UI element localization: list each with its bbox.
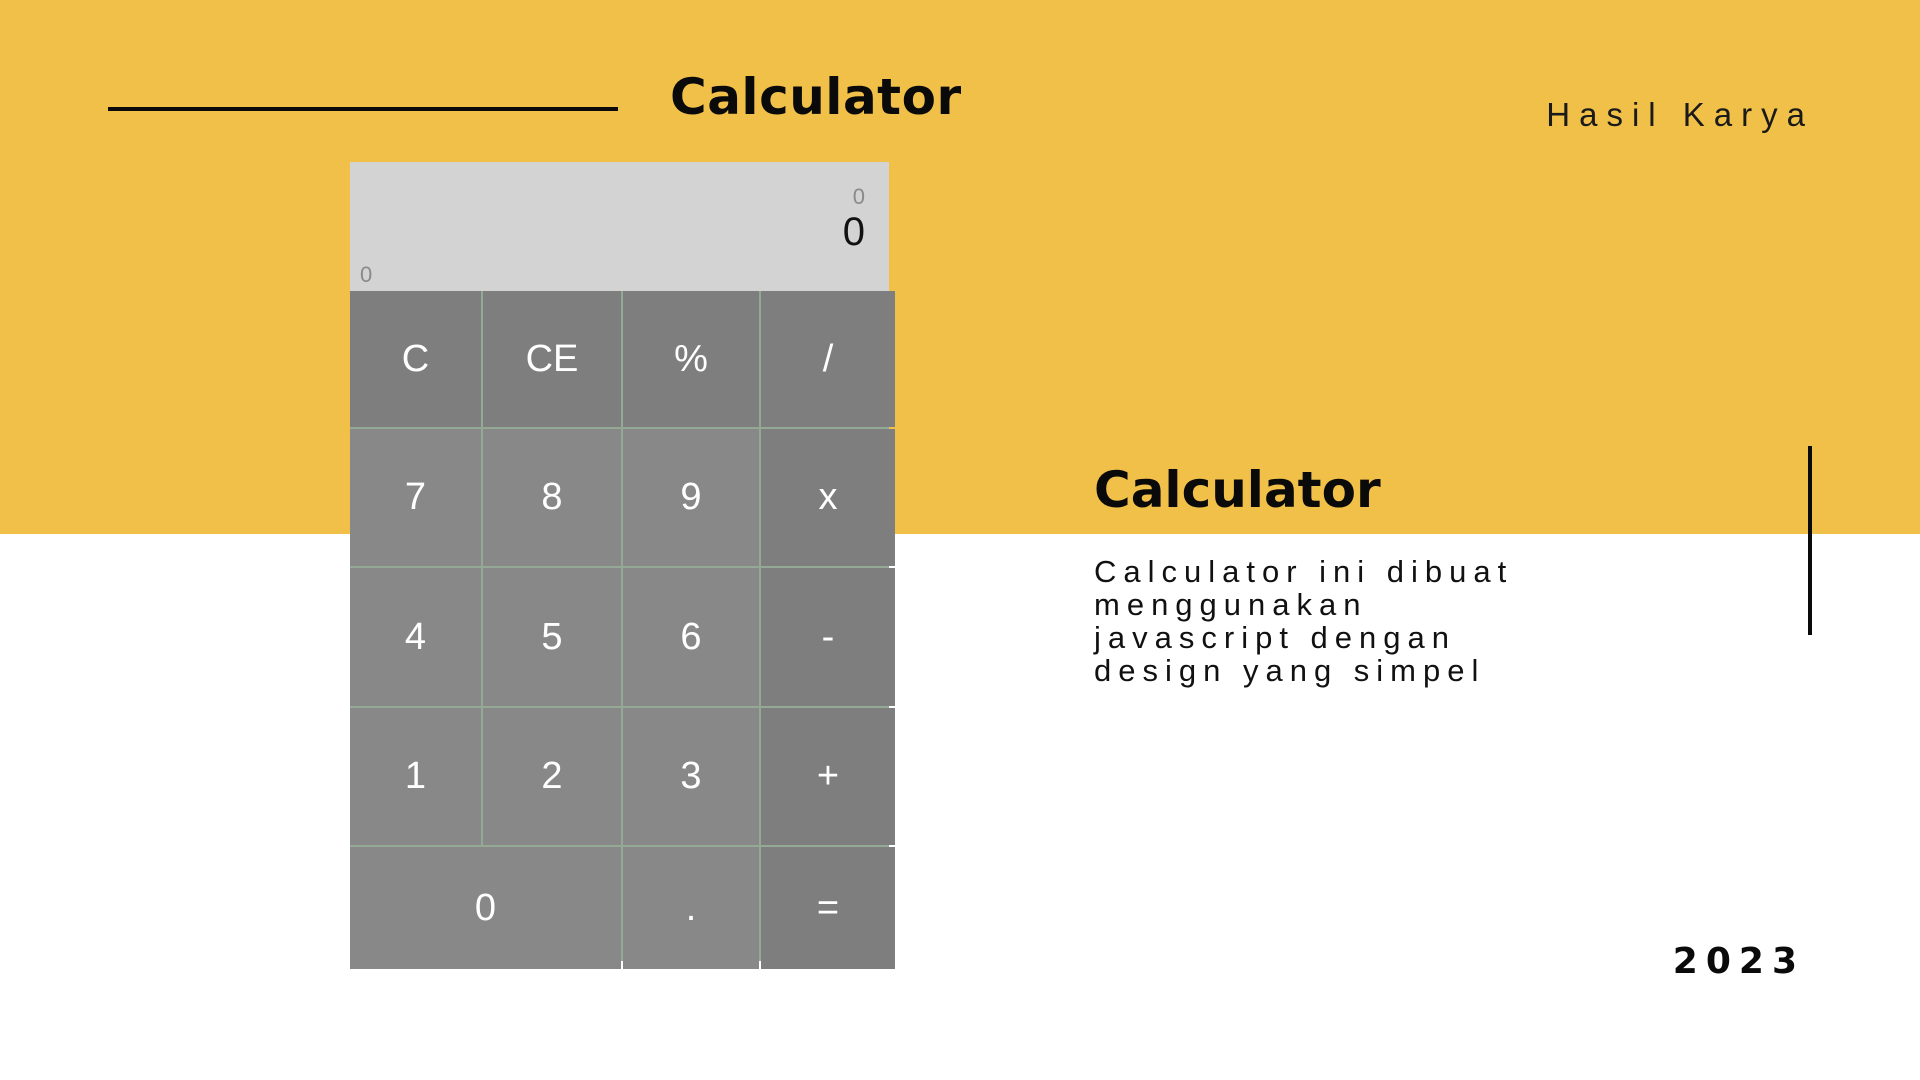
section-title: Calculator [1094,461,1381,519]
calculator-display: 0 0 0 [350,162,889,291]
digit-8-button[interactable]: 8 [483,429,621,566]
digit-7-button[interactable]: 7 [350,429,481,566]
digit-9-button[interactable]: 9 [623,429,759,566]
page-subtitle: Hasil Karya [1546,96,1814,133]
display-current-value: 0 [842,210,865,254]
display-memory-value: 0 [360,262,373,287]
equals-button[interactable]: = [761,847,895,969]
digit-3-button[interactable]: 3 [623,708,759,845]
clear-button[interactable]: C [350,291,481,427]
digit-2-button[interactable]: 2 [483,708,621,845]
digit-1-button[interactable]: 1 [350,708,481,845]
vertical-divider-line [1808,446,1812,635]
digit-4-button[interactable]: 4 [350,568,481,706]
calculator-widget: 0 0 0 C CE % / 7 8 9 x 4 5 6 - 1 2 3 + 0… [350,162,895,969]
section-description: Calculator ini dibuat menggunakan javasc… [1094,554,1514,688]
digit-5-button[interactable]: 5 [483,568,621,706]
digit-6-button[interactable]: 6 [623,568,759,706]
percent-button[interactable]: % [623,291,759,427]
clear-entry-button[interactable]: CE [483,291,621,427]
multiply-button[interactable]: x [761,429,895,566]
calculator-keypad: C CE % / 7 8 9 x 4 5 6 - 1 2 3 + 0 . = [350,291,895,969]
header-divider-line [108,107,618,111]
divide-button[interactable]: / [761,291,895,427]
subtract-button[interactable]: - [761,568,895,706]
digit-0-button[interactable]: 0 [350,847,621,969]
display-previous-value: 0 [852,184,865,209]
add-button[interactable]: + [761,708,895,845]
page-title: Calculator [670,68,962,126]
footer-year: 2023 [1672,941,1805,982]
decimal-point-button[interactable]: . [623,847,759,969]
